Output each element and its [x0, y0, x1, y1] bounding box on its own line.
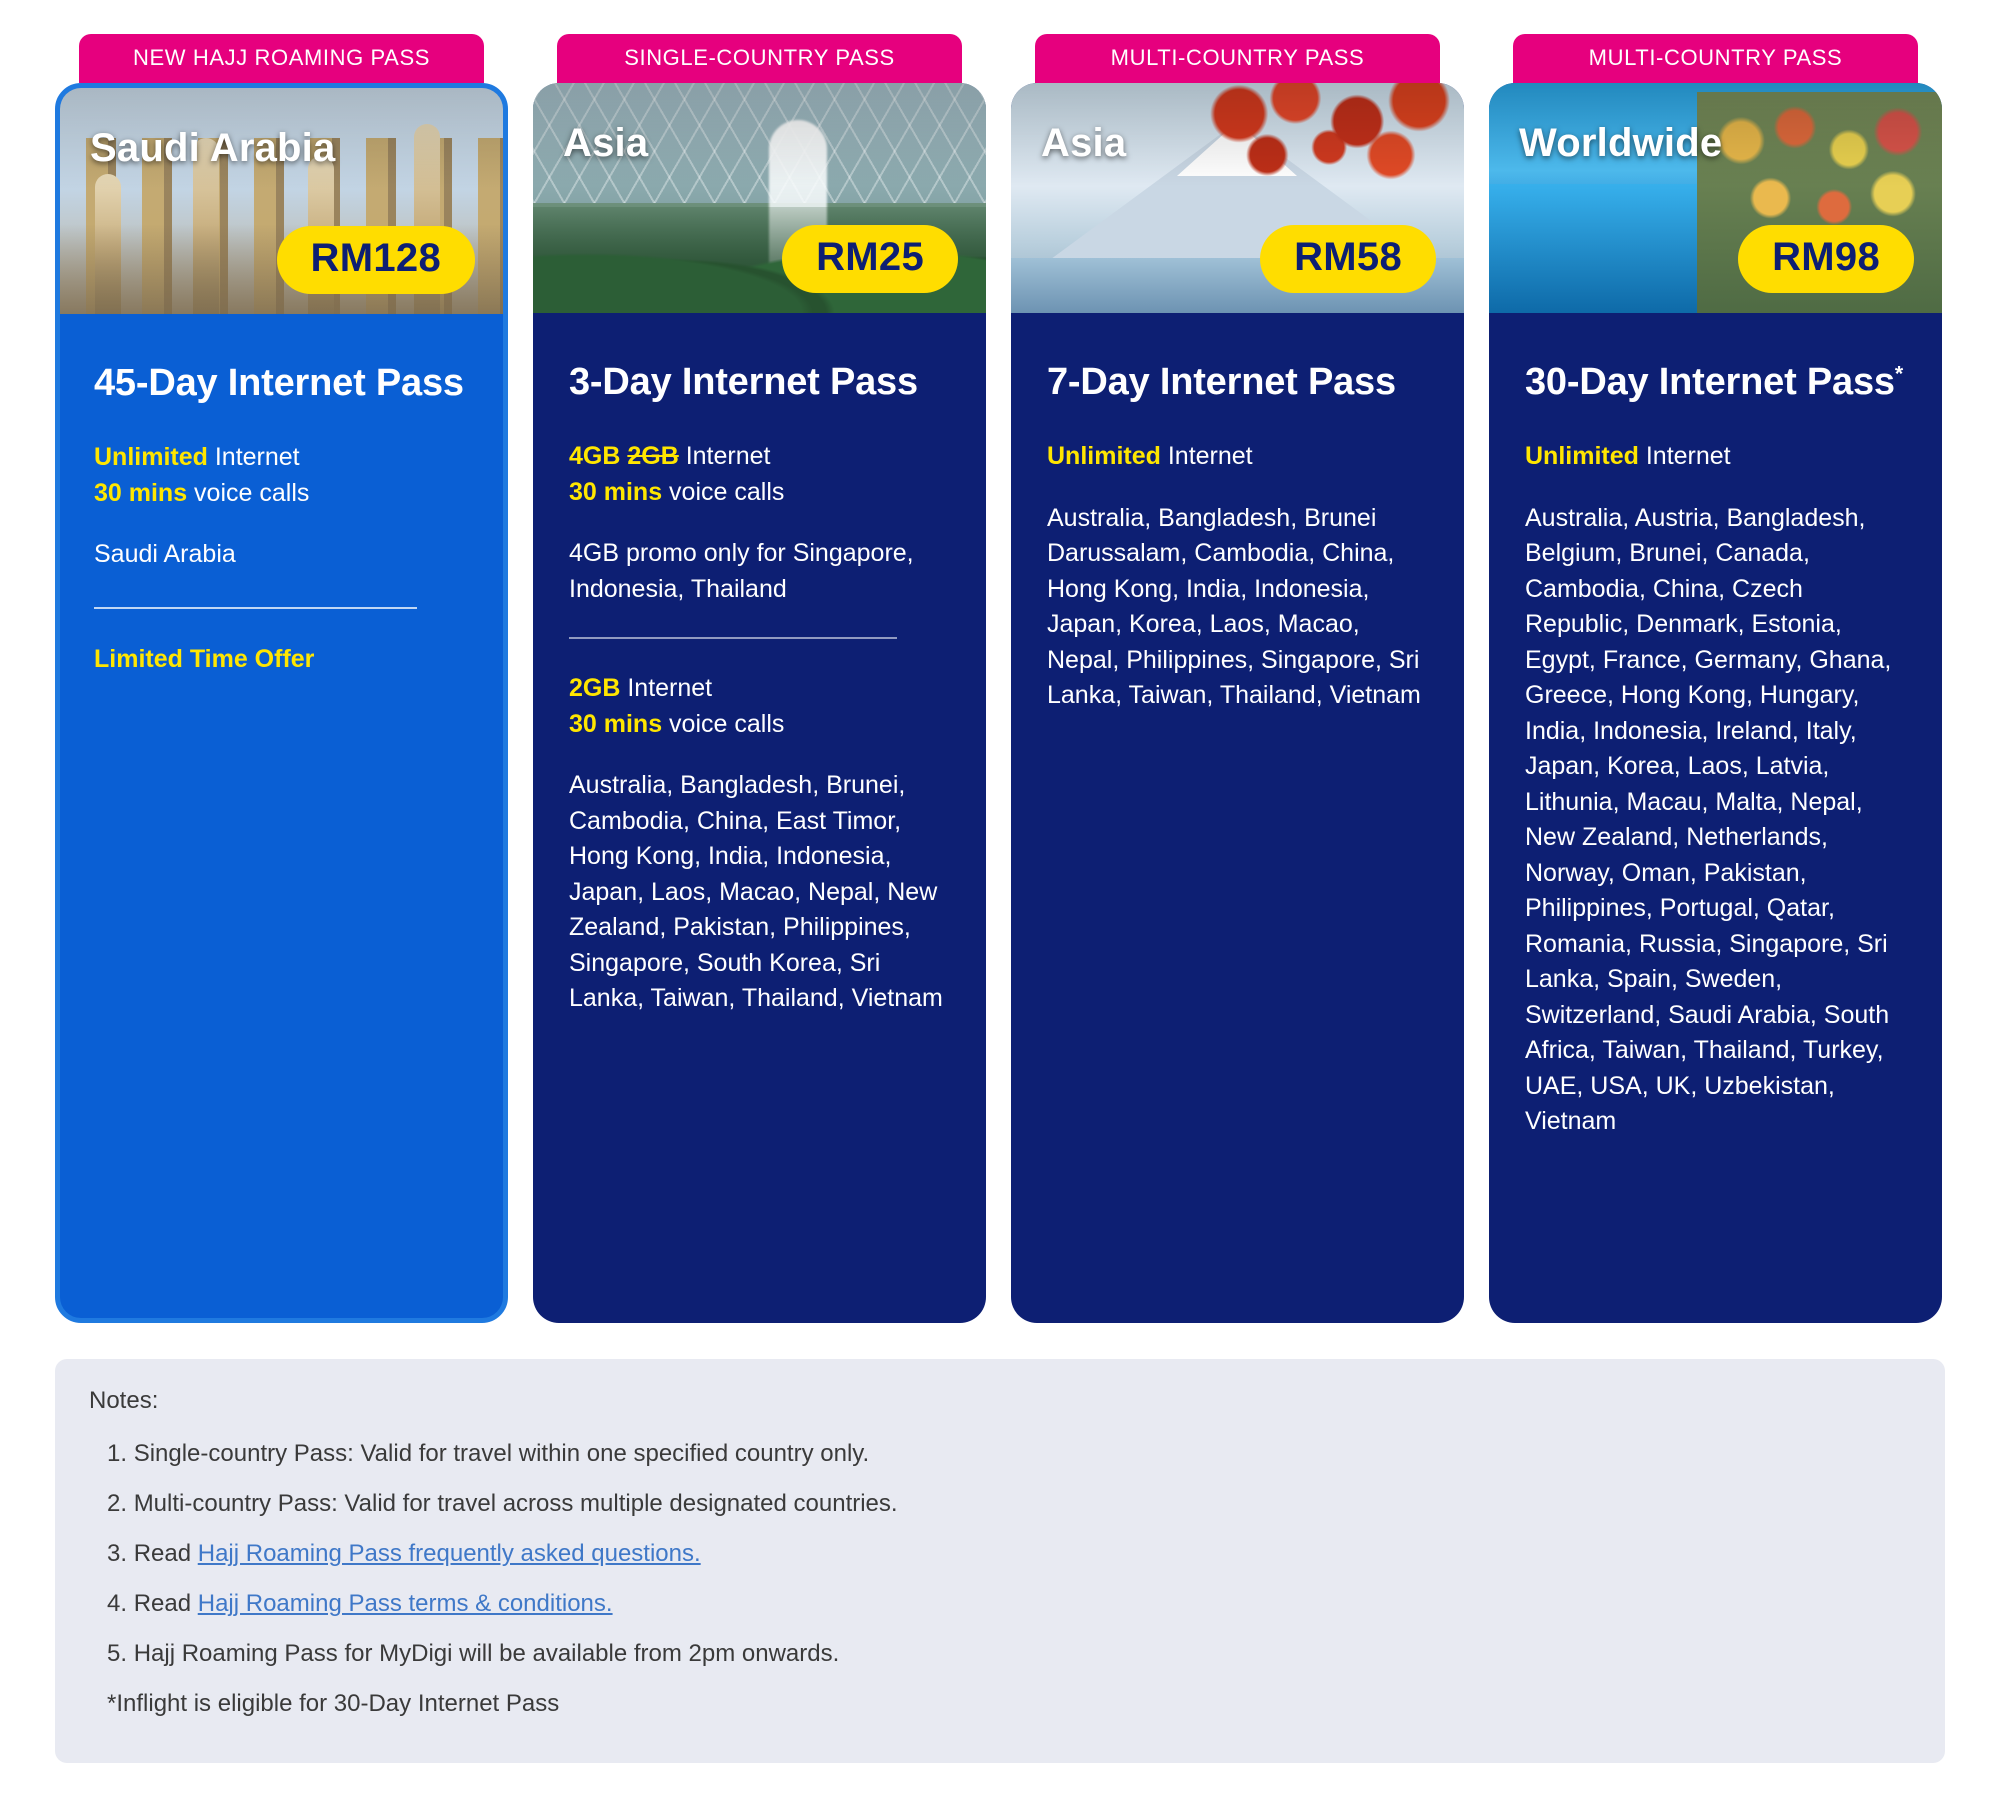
card-region-title: Worldwide — [1519, 121, 1723, 165]
pass-card[interactable]: Saudi Arabia RM128 45-Day Internet Pass … — [55, 83, 508, 1323]
note-text: *Inflight is eligible for 30-Day Interne… — [107, 1690, 560, 1717]
plan-title: 7-Day Internet Pass — [1047, 361, 1396, 403]
spec-data-value: 2GB — [569, 674, 621, 703]
note-item: 2. Multi-country Pass: Valid for travel … — [89, 1479, 1911, 1529]
note-item-footnote: *Inflight is eligible for 30-Day Interne… — [89, 1679, 1911, 1729]
pass-card-asia-multi: MULTI-COUNTRY PASS Asia RM58 7-Day Inter… — [1011, 34, 1464, 1323]
spec-data-value: 4GB — [569, 442, 621, 471]
plan-title: 3-Day Internet Pass — [569, 361, 918, 403]
pass-card[interactable]: Asia RM25 3-Day Internet Pass 4GB 2GB In… — [533, 83, 986, 1323]
card-ribbon-badge: MULTI-COUNTRY PASS — [1513, 34, 1918, 83]
plan-title: 45-Day Internet Pass — [94, 362, 464, 404]
card-ribbon-badge: SINGLE-COUNTRY PASS — [557, 34, 962, 83]
spec-voice-row: 30 mins voice calls — [569, 475, 950, 511]
section-divider — [569, 637, 897, 640]
plan-title: 30-Day Internet Pass* — [1525, 359, 1906, 405]
country-list: Australia, Bangladesh, Brunei, Cambodia,… — [569, 771, 943, 1013]
card-hero: Asia RM58 — [1011, 83, 1464, 313]
spec-data-value: Unlimited — [94, 443, 208, 472]
plan-specs-secondary: 2GB Internet 30 mins voice calls — [569, 671, 950, 742]
card-body: 7-Day Internet Pass Unlimited Internet A… — [1011, 313, 1464, 754]
card-ribbon-badge: MULTI-COUNTRY PASS — [1035, 34, 1440, 83]
card-body: 30-Day Internet Pass* Unlimited Internet… — [1489, 313, 1942, 1180]
spec-data-row: 2GB Internet — [569, 671, 950, 707]
note-text: Multi-country Pass: Valid for travel acr… — [133, 1490, 898, 1517]
spec-voice-value: 30 mins — [94, 478, 188, 507]
plan-title-text: 30-Day Internet Pass — [1525, 361, 1895, 403]
pass-card-grid: NEW HAJJ ROAMING PASS Saudi Arabia RM128… — [0, 0, 2000, 1323]
plan-specs: Unlimited Internet 30 mins voice calls — [94, 440, 469, 511]
section-divider — [94, 606, 417, 609]
country-list: Australia, Austria, Bangladesh, Belgium,… — [1525, 503, 1892, 1136]
note-prefix: Read — [133, 1540, 198, 1567]
card-region-title: Asia — [1041, 121, 1127, 165]
note-number: 1. — [107, 1440, 128, 1467]
card-hero: Asia RM25 — [533, 83, 986, 313]
limited-time-offer-label: Limited Time Offer — [94, 644, 315, 673]
spec-data-value: Unlimited — [1047, 442, 1161, 471]
terms-conditions-link[interactable]: Hajj Roaming Pass terms & conditions. — [198, 1590, 613, 1617]
spec-voice-unit: voice calls — [187, 478, 310, 507]
spec-data-row: Unlimited Internet — [94, 440, 469, 476]
spec-data-row: 4GB 2GB Internet — [569, 439, 950, 475]
spec-voice-value: 30 mins — [569, 477, 663, 506]
spec-data-unit: Internet — [1638, 442, 1731, 471]
plan-specs: 4GB 2GB Internet 30 mins voice calls — [569, 439, 950, 510]
spec-data-row: Unlimited Internet — [1047, 439, 1428, 475]
spec-voice-row: 30 mins voice calls — [94, 476, 469, 512]
price-badge: RM128 — [276, 226, 475, 294]
pass-card-asia-single: SINGLE-COUNTRY PASS Asia RM25 3-Day Inte… — [533, 34, 986, 1323]
card-hero: Saudi Arabia RM128 — [60, 88, 503, 314]
pass-card-saudi-arabia: NEW HAJJ ROAMING PASS Saudi Arabia RM128… — [55, 34, 508, 1323]
spec-data-unit: Internet — [1160, 442, 1253, 471]
card-ribbon-badge: NEW HAJJ ROAMING PASS — [79, 34, 484, 83]
promo-note: 4GB promo only for Singapore, Indonesia,… — [569, 539, 914, 603]
card-hero: Worldwide RM98 — [1489, 83, 1942, 313]
spec-data-value: Unlimited — [1525, 442, 1639, 471]
note-number: 4. — [107, 1590, 128, 1617]
card-region-title: Asia — [563, 121, 649, 165]
note-number: 3. — [107, 1540, 128, 1567]
spec-voice-value: 30 mins — [569, 709, 663, 738]
spec-data-unit: Internet — [678, 442, 771, 471]
country-list: Australia, Bangladesh, Brunei Darussalam… — [1047, 503, 1421, 710]
spec-voice-row: 30 mins voice calls — [569, 707, 950, 743]
price-badge: RM25 — [782, 225, 958, 293]
faq-link[interactable]: Hajj Roaming Pass frequently asked quest… — [198, 1540, 701, 1567]
spec-data-unit: Internet — [207, 443, 300, 472]
notes-heading: Notes: — [89, 1387, 159, 1414]
pass-card[interactable]: Worldwide RM98 30-Day Internet Pass* Unl… — [1489, 83, 1942, 1323]
spec-data-old-value: 2GB — [627, 442, 679, 471]
card-body: 3-Day Internet Pass 4GB 2GB Internet 30 … — [533, 313, 986, 1057]
price-badge: RM58 — [1260, 225, 1436, 293]
note-item: 1. Single-country Pass: Valid for travel… — [89, 1429, 1911, 1479]
spec-data-row: Unlimited Internet — [1525, 439, 1906, 475]
spec-voice-unit: voice calls — [662, 477, 785, 506]
card-body: 45-Day Internet Pass Unlimited Internet … — [60, 314, 503, 714]
note-item: 3. Read Hajj Roaming Pass frequently ask… — [89, 1529, 1911, 1579]
country-list: Saudi Arabia — [94, 540, 236, 569]
note-number: 2. — [107, 1490, 128, 1517]
note-text: Single-country Pass: Valid for travel wi… — [133, 1440, 870, 1467]
plan-specs: Unlimited Internet — [1525, 439, 1906, 475]
notes-panel: Notes: 1. Single-country Pass: Valid for… — [55, 1359, 1945, 1763]
note-item: 4. Read Hajj Roaming Pass terms & condit… — [89, 1579, 1911, 1629]
note-number: 5. — [107, 1640, 128, 1667]
pass-card[interactable]: Asia RM58 7-Day Internet Pass Unlimited … — [1011, 83, 1464, 1323]
pass-card-worldwide: MULTI-COUNTRY PASS Worldwide RM98 30-Day… — [1489, 34, 1942, 1323]
card-region-title: Saudi Arabia — [90, 126, 336, 170]
plan-specs: Unlimited Internet — [1047, 439, 1428, 475]
note-item: 5. Hajj Roaming Pass for MyDigi will be … — [89, 1629, 1911, 1679]
spec-data-unit: Internet — [620, 674, 713, 703]
plan-title-asterisk: * — [1894, 361, 1903, 386]
note-prefix: Read — [133, 1590, 198, 1617]
note-text: Hajj Roaming Pass for MyDigi will be ava… — [133, 1640, 840, 1667]
spec-voice-unit: voice calls — [662, 709, 785, 738]
roaming-pass-page: NEW HAJJ ROAMING PASS Saudi Arabia RM128… — [0, 0, 2000, 1803]
price-badge: RM98 — [1738, 225, 1914, 293]
